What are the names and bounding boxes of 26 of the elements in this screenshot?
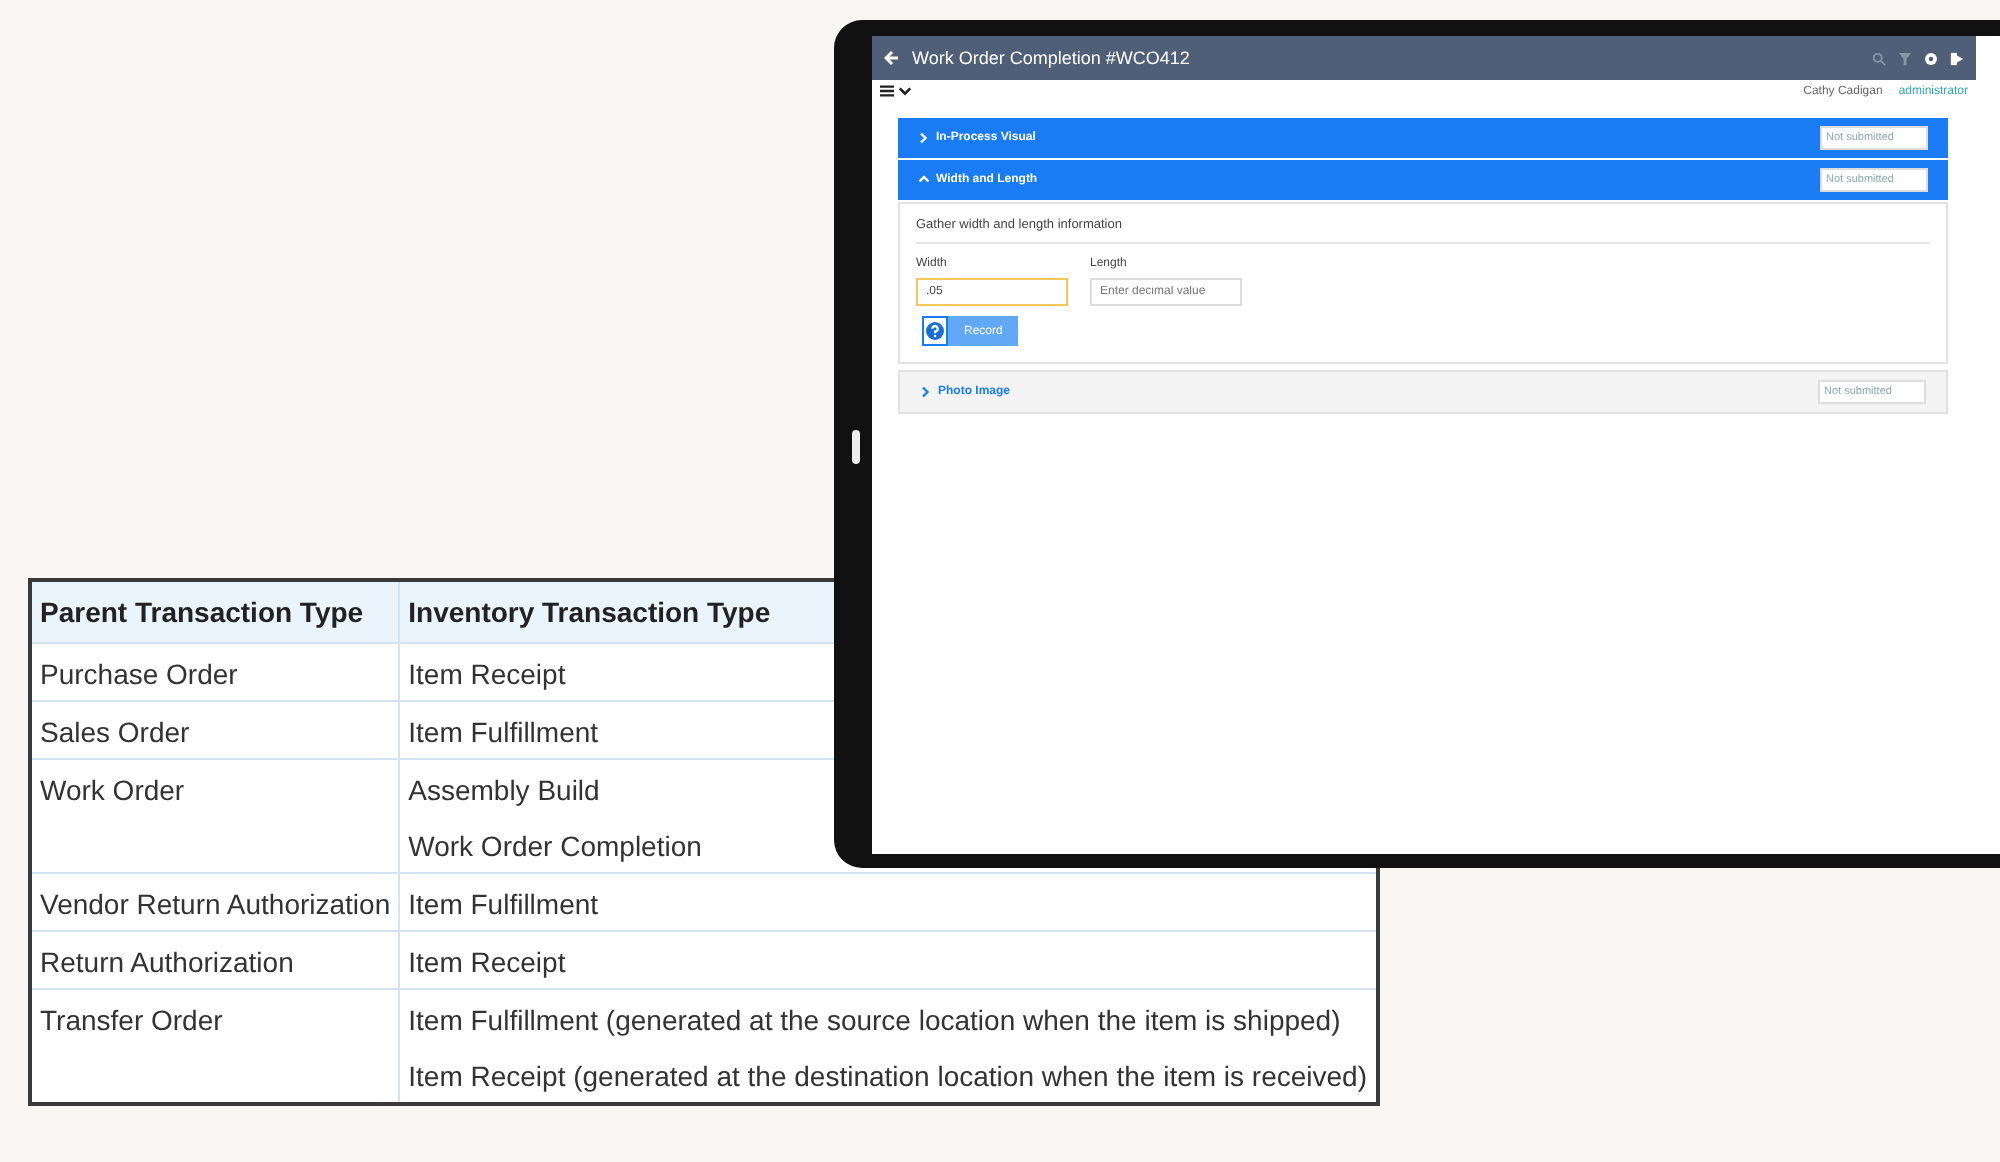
- settings-icon[interactable]: [1924, 51, 1938, 65]
- table-cell-text: Return Authorization: [40, 944, 296, 982]
- page-title: Work Order Completion #WCO412: [912, 48, 1192, 68]
- chevron-right-icon: [920, 386, 932, 398]
- home-button[interactable]: [852, 430, 860, 464]
- chevron-down-icon[interactable]: [898, 84, 912, 98]
- table-cell-text: Item Receipt (generated at the destination location when the item is received): [408, 1058, 1368, 1096]
- column-header: Parent Transaction Type: [30, 580, 400, 643]
- chevron-up-icon: [918, 174, 930, 186]
- back-arrow-icon[interactable]: [884, 50, 900, 66]
- table-cell-text: Item Receipt: [408, 656, 568, 694]
- table-cell-text: Transfer Order: [40, 1002, 225, 1040]
- table-cell-text: Work Order Completion: [408, 828, 704, 866]
- table-cell-text: Item Receipt: [408, 944, 568, 982]
- help-button[interactable]: [922, 316, 948, 346]
- table-cell-text: Purchase Order: [40, 656, 240, 694]
- logout-icon[interactable]: [1950, 51, 1964, 65]
- chevron-right-icon: [918, 132, 930, 144]
- table-cell-text: Item Fulfillment: [408, 714, 601, 752]
- menu-icon[interactable]: [880, 84, 894, 98]
- table-cell-text: Vendor Return Authorization: [40, 886, 391, 924]
- table-cell-text: Work Order: [40, 772, 187, 810]
- table-cell-text: Sales Order: [40, 714, 192, 752]
- table-cell-text: Item Fulfillment: [408, 886, 601, 924]
- table-cell-text: Item Fulfillment (generated at the source location when the item is shipped): [408, 1002, 1343, 1040]
- table-cell-text: Assembly Build: [408, 772, 602, 810]
